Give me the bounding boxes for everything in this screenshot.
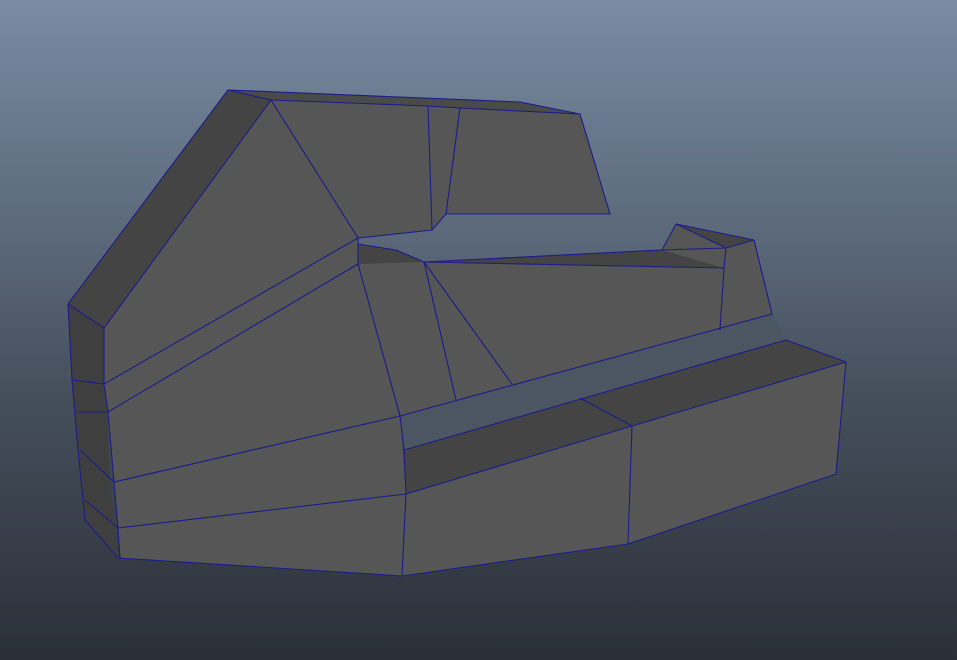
- polygon-mesh[interactable]: [67, 89, 847, 577]
- 3d-viewport[interactable]: [0, 0, 957, 660]
- viewport-canvas[interactable]: [0, 0, 957, 660]
